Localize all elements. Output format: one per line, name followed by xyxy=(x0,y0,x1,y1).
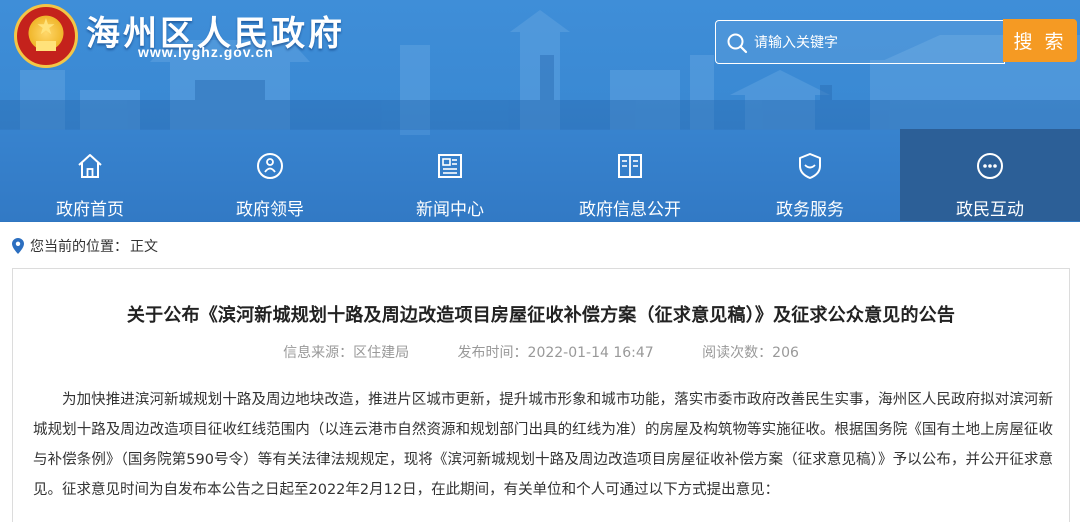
shield-icon xyxy=(799,153,821,179)
breadcrumb: 您当前的位置： 正文 xyxy=(12,236,166,256)
article-views: 阅读次数：206 xyxy=(702,345,799,361)
nav-label: 政府首页 xyxy=(56,200,124,220)
article-body: 为加快推进滨河新城规划十路及周边地块改造，推进片区城市更新，提升城市形象和城市功… xyxy=(33,392,1053,498)
article-source: 信息来源：区住建局 xyxy=(283,345,410,361)
news-icon xyxy=(438,154,462,178)
main-nav: 政府首页 政府领导 新闻中心 政府信息公开 政务服务 政民互动 xyxy=(0,129,1080,221)
site-header: ★ 海州区人民政府 www.lyghz.gov.cn 搜 索 政府首页 政 xyxy=(0,0,1080,222)
nav-label: 新闻中心 xyxy=(416,200,484,220)
nav-label: 政务服务 xyxy=(776,200,844,220)
search-icon xyxy=(727,33,748,54)
chat-icon xyxy=(977,153,1003,179)
search-button[interactable]: 搜 索 xyxy=(1003,19,1077,62)
nav-item-interaction[interactable]: 政民互动 xyxy=(900,129,1080,221)
nav-item-leaders[interactable]: 政府领导 xyxy=(180,129,360,221)
article-title: 关于公布《滨河新城规划十路及周边改造项目房屋征收补偿方案（征求意见稿）》及征求公… xyxy=(126,305,956,326)
breadcrumb-current[interactable]: 正文 xyxy=(130,236,158,256)
nav-label: 政府信息公开 xyxy=(579,200,681,220)
search-box xyxy=(715,20,1005,64)
nav-label: 政府领导 xyxy=(236,200,304,220)
article-panel: 关于公布《滨河新城规划十路及周边改造项目房屋征收补偿方案（征求意见稿）》及征求公… xyxy=(12,268,1070,522)
leader-icon xyxy=(257,153,283,179)
home-icon xyxy=(78,154,102,178)
search-input[interactable] xyxy=(754,29,994,57)
nav-item-gov-info[interactable]: 政府信息公开 xyxy=(540,129,720,221)
breadcrumb-prefix: 您当前的位置： xyxy=(30,239,128,255)
site-url: www.lyghz.gov.cn xyxy=(138,44,274,60)
nav-label: 政民互动 xyxy=(956,200,1024,220)
nav-item-news[interactable]: 新闻中心 xyxy=(360,129,540,221)
nav-item-services[interactable]: 政务服务 xyxy=(720,129,900,221)
book-icon xyxy=(618,154,642,178)
location-pin-icon xyxy=(12,238,24,254)
article-meta: 信息来源：区住建局 发布时间：2022-01-14 16:47 阅读次数：206 xyxy=(13,342,1069,362)
national-emblem-logo: ★ xyxy=(14,4,78,68)
nav-item-home[interactable]: 政府首页 xyxy=(0,129,180,221)
article-publish-time: 发布时间：2022-01-14 16:47 xyxy=(457,345,654,361)
